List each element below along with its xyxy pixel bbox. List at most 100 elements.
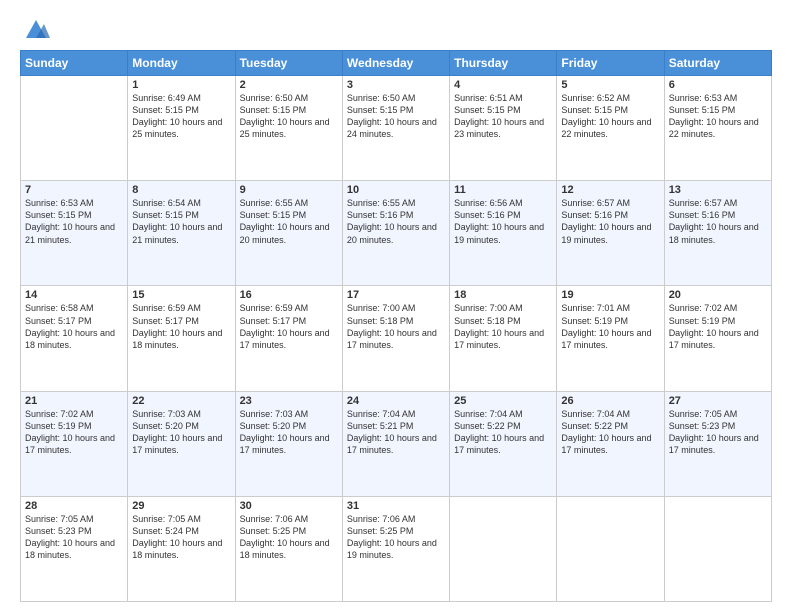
- calendar-cell: 1Sunrise: 6:49 AMSunset: 5:15 PMDaylight…: [128, 76, 235, 181]
- day-info: Sunrise: 6:57 AMSunset: 5:16 PMDaylight:…: [669, 197, 767, 246]
- day-info: Sunrise: 7:03 AMSunset: 5:20 PMDaylight:…: [132, 408, 230, 457]
- calendar-cell: 19Sunrise: 7:01 AMSunset: 5:19 PMDayligh…: [557, 286, 664, 391]
- day-info: Sunrise: 6:53 AMSunset: 5:15 PMDaylight:…: [25, 197, 123, 246]
- day-number: 16: [240, 289, 338, 301]
- day-number: 5: [561, 79, 659, 91]
- day-info: Sunrise: 7:03 AMSunset: 5:20 PMDaylight:…: [240, 408, 338, 457]
- calendar-cell: [450, 496, 557, 601]
- calendar-cell: 21Sunrise: 7:02 AMSunset: 5:19 PMDayligh…: [21, 391, 128, 496]
- day-number: 15: [132, 289, 230, 301]
- day-info: Sunrise: 6:50 AMSunset: 5:15 PMDaylight:…: [347, 92, 445, 141]
- day-info: Sunrise: 7:05 AMSunset: 5:23 PMDaylight:…: [25, 513, 123, 562]
- day-info: Sunrise: 7:02 AMSunset: 5:19 PMDaylight:…: [25, 408, 123, 457]
- calendar-week-2: 14Sunrise: 6:58 AMSunset: 5:17 PMDayligh…: [21, 286, 772, 391]
- calendar-cell: [21, 76, 128, 181]
- calendar-cell: 15Sunrise: 6:59 AMSunset: 5:17 PMDayligh…: [128, 286, 235, 391]
- calendar-cell: 9Sunrise: 6:55 AMSunset: 5:15 PMDaylight…: [235, 181, 342, 286]
- logo: [20, 16, 50, 42]
- calendar-cell: 14Sunrise: 6:58 AMSunset: 5:17 PMDayligh…: [21, 286, 128, 391]
- day-info: Sunrise: 6:59 AMSunset: 5:17 PMDaylight:…: [240, 302, 338, 351]
- calendar-cell: 11Sunrise: 6:56 AMSunset: 5:16 PMDayligh…: [450, 181, 557, 286]
- day-info: Sunrise: 7:04 AMSunset: 5:22 PMDaylight:…: [561, 408, 659, 457]
- calendar-cell: 23Sunrise: 7:03 AMSunset: 5:20 PMDayligh…: [235, 391, 342, 496]
- day-info: Sunrise: 6:55 AMSunset: 5:16 PMDaylight:…: [347, 197, 445, 246]
- calendar-cell: 12Sunrise: 6:57 AMSunset: 5:16 PMDayligh…: [557, 181, 664, 286]
- logo-icon: [22, 14, 50, 42]
- calendar-week-3: 21Sunrise: 7:02 AMSunset: 5:19 PMDayligh…: [21, 391, 772, 496]
- calendar-table: SundayMondayTuesdayWednesdayThursdayFrid…: [20, 50, 772, 602]
- day-number: 1: [132, 79, 230, 91]
- calendar-cell: 22Sunrise: 7:03 AMSunset: 5:20 PMDayligh…: [128, 391, 235, 496]
- day-number: 14: [25, 289, 123, 301]
- day-info: Sunrise: 6:57 AMSunset: 5:16 PMDaylight:…: [561, 197, 659, 246]
- day-info: Sunrise: 6:51 AMSunset: 5:15 PMDaylight:…: [454, 92, 552, 141]
- calendar-cell: 10Sunrise: 6:55 AMSunset: 5:16 PMDayligh…: [342, 181, 449, 286]
- day-number: 20: [669, 289, 767, 301]
- day-number: 7: [25, 184, 123, 196]
- calendar-cell: 17Sunrise: 7:00 AMSunset: 5:18 PMDayligh…: [342, 286, 449, 391]
- weekday-header-sunday: Sunday: [21, 51, 128, 76]
- calendar-cell: 29Sunrise: 7:05 AMSunset: 5:24 PMDayligh…: [128, 496, 235, 601]
- day-info: Sunrise: 6:55 AMSunset: 5:15 PMDaylight:…: [240, 197, 338, 246]
- calendar-cell: 31Sunrise: 7:06 AMSunset: 5:25 PMDayligh…: [342, 496, 449, 601]
- day-info: Sunrise: 7:05 AMSunset: 5:24 PMDaylight:…: [132, 513, 230, 562]
- day-number: 2: [240, 79, 338, 91]
- day-number: 6: [669, 79, 767, 91]
- day-number: 17: [347, 289, 445, 301]
- day-info: Sunrise: 7:06 AMSunset: 5:25 PMDaylight:…: [240, 513, 338, 562]
- day-number: 24: [347, 395, 445, 407]
- day-info: Sunrise: 7:06 AMSunset: 5:25 PMDaylight:…: [347, 513, 445, 562]
- weekday-header-thursday: Thursday: [450, 51, 557, 76]
- weekday-header-saturday: Saturday: [664, 51, 771, 76]
- calendar-week-0: 1Sunrise: 6:49 AMSunset: 5:15 PMDaylight…: [21, 76, 772, 181]
- calendar-cell: 24Sunrise: 7:04 AMSunset: 5:21 PMDayligh…: [342, 391, 449, 496]
- day-number: 31: [347, 500, 445, 512]
- calendar-cell: 18Sunrise: 7:00 AMSunset: 5:18 PMDayligh…: [450, 286, 557, 391]
- day-info: Sunrise: 7:04 AMSunset: 5:21 PMDaylight:…: [347, 408, 445, 457]
- calendar-cell: 7Sunrise: 6:53 AMSunset: 5:15 PMDaylight…: [21, 181, 128, 286]
- day-number: 29: [132, 500, 230, 512]
- page: SundayMondayTuesdayWednesdayThursdayFrid…: [0, 0, 792, 612]
- calendar-cell: 8Sunrise: 6:54 AMSunset: 5:15 PMDaylight…: [128, 181, 235, 286]
- day-info: Sunrise: 7:00 AMSunset: 5:18 PMDaylight:…: [454, 302, 552, 351]
- weekday-header-monday: Monday: [128, 51, 235, 76]
- day-number: 9: [240, 184, 338, 196]
- day-number: 12: [561, 184, 659, 196]
- header: [20, 16, 772, 42]
- day-info: Sunrise: 6:50 AMSunset: 5:15 PMDaylight:…: [240, 92, 338, 141]
- calendar-week-1: 7Sunrise: 6:53 AMSunset: 5:15 PMDaylight…: [21, 181, 772, 286]
- day-info: Sunrise: 7:01 AMSunset: 5:19 PMDaylight:…: [561, 302, 659, 351]
- day-number: 4: [454, 79, 552, 91]
- day-info: Sunrise: 6:56 AMSunset: 5:16 PMDaylight:…: [454, 197, 552, 246]
- calendar-cell: 26Sunrise: 7:04 AMSunset: 5:22 PMDayligh…: [557, 391, 664, 496]
- calendar-cell: 4Sunrise: 6:51 AMSunset: 5:15 PMDaylight…: [450, 76, 557, 181]
- day-number: 21: [25, 395, 123, 407]
- calendar-cell: 13Sunrise: 6:57 AMSunset: 5:16 PMDayligh…: [664, 181, 771, 286]
- calendar-cell: 27Sunrise: 7:05 AMSunset: 5:23 PMDayligh…: [664, 391, 771, 496]
- day-info: Sunrise: 6:58 AMSunset: 5:17 PMDaylight:…: [25, 302, 123, 351]
- calendar-cell: 16Sunrise: 6:59 AMSunset: 5:17 PMDayligh…: [235, 286, 342, 391]
- weekday-header-row: SundayMondayTuesdayWednesdayThursdayFrid…: [21, 51, 772, 76]
- calendar-cell: 30Sunrise: 7:06 AMSunset: 5:25 PMDayligh…: [235, 496, 342, 601]
- day-number: 23: [240, 395, 338, 407]
- weekday-header-wednesday: Wednesday: [342, 51, 449, 76]
- calendar-week-4: 28Sunrise: 7:05 AMSunset: 5:23 PMDayligh…: [21, 496, 772, 601]
- calendar-cell: 25Sunrise: 7:04 AMSunset: 5:22 PMDayligh…: [450, 391, 557, 496]
- day-number: 30: [240, 500, 338, 512]
- day-info: Sunrise: 6:49 AMSunset: 5:15 PMDaylight:…: [132, 92, 230, 141]
- day-number: 25: [454, 395, 552, 407]
- day-info: Sunrise: 7:00 AMSunset: 5:18 PMDaylight:…: [347, 302, 445, 351]
- day-info: Sunrise: 6:59 AMSunset: 5:17 PMDaylight:…: [132, 302, 230, 351]
- day-info: Sunrise: 6:52 AMSunset: 5:15 PMDaylight:…: [561, 92, 659, 141]
- day-number: 10: [347, 184, 445, 196]
- calendar-cell: [664, 496, 771, 601]
- day-number: 26: [561, 395, 659, 407]
- weekday-header-friday: Friday: [557, 51, 664, 76]
- calendar-cell: 3Sunrise: 6:50 AMSunset: 5:15 PMDaylight…: [342, 76, 449, 181]
- day-number: 3: [347, 79, 445, 91]
- day-number: 27: [669, 395, 767, 407]
- calendar-cell: 6Sunrise: 6:53 AMSunset: 5:15 PMDaylight…: [664, 76, 771, 181]
- day-info: Sunrise: 7:02 AMSunset: 5:19 PMDaylight:…: [669, 302, 767, 351]
- day-number: 13: [669, 184, 767, 196]
- day-info: Sunrise: 7:04 AMSunset: 5:22 PMDaylight:…: [454, 408, 552, 457]
